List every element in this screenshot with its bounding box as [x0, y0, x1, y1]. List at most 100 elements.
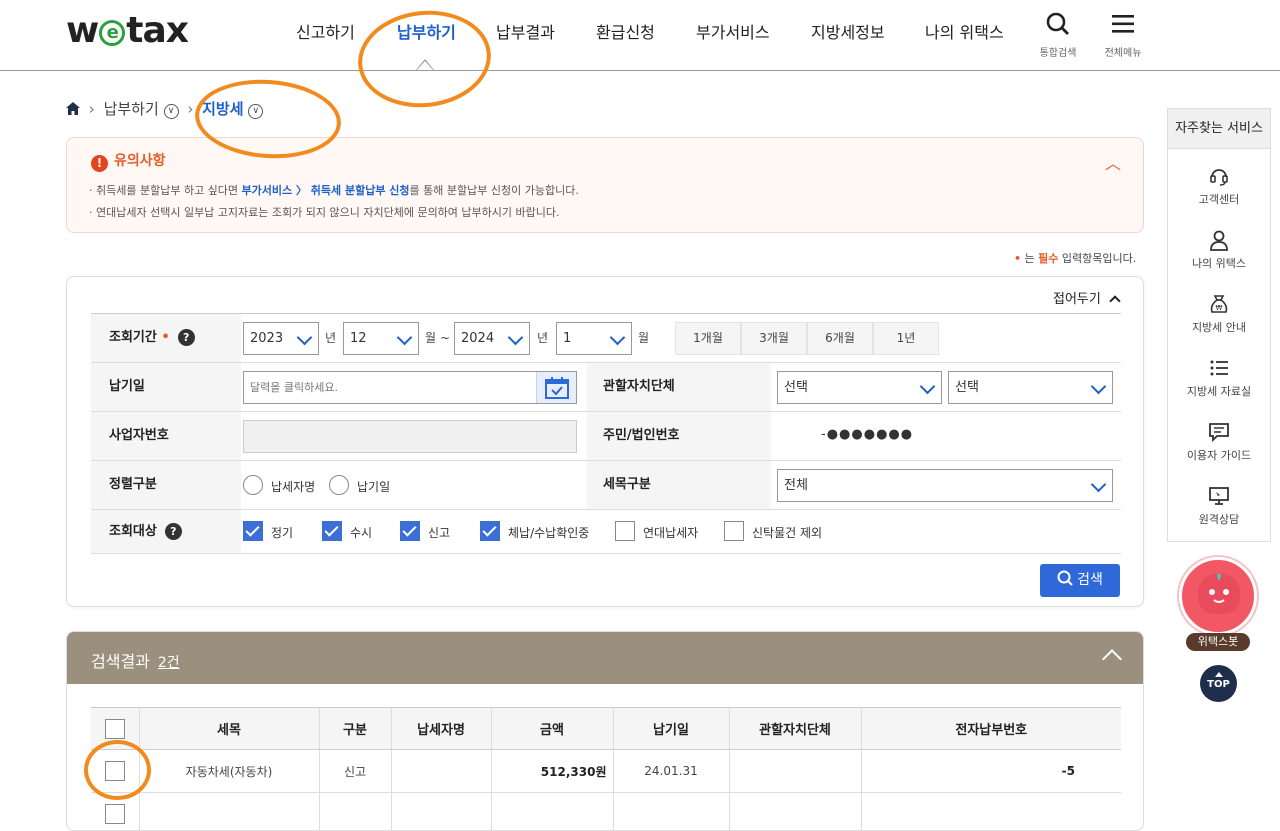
bizno-label: 사업자번호 — [91, 412, 241, 460]
cell-epay-number: -5 — [861, 750, 1121, 793]
cell-empty — [491, 793, 613, 831]
due-row: 납기일 달력을 클릭하세요. 관할자치단체 선택 선택 — [91, 363, 1121, 412]
row-select-cell — [91, 793, 139, 831]
nav-report[interactable]: 신고하기 — [296, 19, 355, 43]
monitor-icon — [1208, 485, 1230, 507]
nav-payment[interactable]: 납부하기 — [397, 19, 456, 43]
quick-remote-support[interactable]: 원격상담 — [1168, 485, 1270, 527]
unit-year: 년 — [325, 329, 336, 346]
target-label-text: 조회대상 — [109, 524, 157, 539]
target-checkbox-overdue[interactable] — [480, 521, 500, 541]
breadcrumb-level2[interactable]: 지방세 — [202, 100, 243, 118]
table-row[interactable]: 자동차세(자동차) 신고 512,330원 24.01.31 -5 — [91, 750, 1121, 793]
chevron-down-icon[interactable]: ∨ — [164, 104, 179, 119]
wetax-logo[interactable]: wetax — [66, 10, 188, 51]
jurisdiction-select-1[interactable]: 선택 — [777, 371, 942, 404]
breadcrumb-separator: › — [89, 100, 95, 118]
jurisdiction-select-2[interactable]: 선택 — [948, 371, 1113, 404]
bizno-input[interactable] — [243, 420, 577, 453]
target-checkbox-joint[interactable] — [615, 521, 635, 541]
cell-empty — [391, 793, 491, 831]
unit-month-range: 월 ~ — [425, 329, 450, 346]
cell-type: 신고 — [319, 750, 391, 793]
nav-my-wetax[interactable]: 나의 위택스 — [925, 19, 1004, 43]
row-checkbox[interactable] — [105, 761, 125, 781]
quick-my-wetax[interactable]: 나의 위택스 — [1168, 229, 1270, 271]
due-date-input[interactable]: 달력을 클릭하세요. — [243, 371, 577, 404]
quick-customer-center[interactable]: 고객센터 — [1168, 165, 1270, 207]
required-note-pre: 는 — [1021, 252, 1038, 265]
all-menu-button[interactable]: 전체메뉴 — [1093, 12, 1153, 59]
period-1month-button[interactable]: 1개월 — [675, 322, 741, 355]
home-icon[interactable] — [66, 102, 80, 115]
col-due: 납기일 — [613, 708, 729, 750]
period-3month-button[interactable]: 3개월 — [741, 322, 807, 355]
calendar-button[interactable] — [536, 372, 576, 403]
quick-menu-title: 자주찾는 서비스 — [1168, 109, 1270, 149]
help-icon[interactable]: ? — [178, 329, 195, 346]
taxitem-select[interactable]: 전체 — [777, 469, 1113, 502]
jurisdiction-label: 관할자치단체 — [587, 363, 771, 411]
period-6month-button[interactable]: 6개월 — [807, 322, 873, 355]
chevron-down-icon — [397, 330, 413, 346]
quick-my-wetax-label: 나의 위택스 — [1192, 257, 1246, 270]
search-button[interactable]: 통합검색 — [1028, 12, 1088, 59]
headset-icon — [1208, 165, 1230, 187]
quick-local-tax-guide[interactable]: ₩ 지방세 안내 — [1168, 293, 1270, 335]
col-amount: 금액 — [491, 708, 613, 750]
table-row[interactable] — [91, 793, 1121, 831]
row-checkbox[interactable] — [105, 804, 125, 824]
select-all-checkbox[interactable] — [105, 719, 125, 739]
breadcrumb-level1[interactable]: 납부하기 — [104, 100, 159, 118]
to-year-select[interactable]: 2024 — [454, 322, 530, 355]
chevron-down-icon[interactable]: ∨ — [248, 104, 263, 119]
nav-local-tax-info[interactable]: 지방세정보 — [811, 19, 885, 43]
scroll-top-button[interactable]: TOP — [1200, 665, 1237, 702]
collapse-button[interactable]: 접어두기 — [1053, 288, 1119, 307]
target-checkbox-occasional[interactable] — [322, 521, 342, 541]
target-checkbox-report[interactable] — [400, 521, 420, 541]
chevron-down-icon — [1091, 379, 1107, 395]
sort-radio-due[interactable] — [329, 475, 349, 495]
sort-radio-name[interactable] — [243, 475, 263, 495]
chatbot-button[interactable] — [1179, 557, 1257, 635]
from-month-select[interactable]: 12 — [343, 322, 419, 355]
required-note-post: 입력항목입니다. — [1058, 252, 1136, 265]
nav-refund[interactable]: 환급신청 — [596, 19, 655, 43]
chevron-up-icon[interactable] — [1102, 649, 1122, 669]
target-checkbox-trust-exclude[interactable] — [724, 521, 744, 541]
search-submit-button[interactable]: 검색 — [1040, 564, 1120, 597]
required-note: • 는 필수 입력항목입니다. — [1014, 250, 1136, 266]
nav-payment-result[interactable]: 납부결과 — [496, 19, 555, 43]
col-type: 구분 — [319, 708, 391, 750]
notice-title: !유의사항 — [91, 150, 166, 172]
notice-toggle-chevron-up-icon[interactable]: ︿ — [1105, 150, 1121, 174]
logo-e: e — [99, 20, 125, 46]
installment-link[interactable]: 부가서비스 〉 취득세 분할납부 신청 — [242, 184, 410, 197]
results-title: 검색결과2건 — [91, 648, 180, 672]
to-month-value: 1 — [563, 331, 571, 346]
period-1year-button[interactable]: 1년 — [873, 322, 939, 355]
cell-taxitem: 자동차세(자동차) — [139, 750, 319, 793]
active-nav-caret — [416, 59, 434, 70]
results-header[interactable]: 검색결과2건 — [67, 632, 1144, 684]
cell-amount: 512,330원 — [491, 750, 613, 793]
target-label: 조회대상? — [91, 510, 241, 553]
select-all-cell — [91, 708, 139, 750]
sort-label: 정렬구분 — [91, 461, 241, 509]
target-checkbox-regular[interactable] — [243, 521, 263, 541]
from-year-select[interactable]: 2023 — [243, 322, 319, 355]
to-month-select[interactable]: 1 — [556, 322, 632, 355]
nav-extra-services[interactable]: 부가서비스 — [696, 19, 770, 43]
quick-local-tax-library[interactable]: 지방세 자료실 — [1168, 357, 1270, 399]
chevron-down-icon — [610, 330, 626, 346]
chatbot-label[interactable]: 위택스봇 — [1186, 633, 1250, 651]
unit-month: 월 — [638, 329, 649, 346]
help-icon[interactable]: ? — [165, 523, 182, 540]
all-menu-label: 전체메뉴 — [1093, 44, 1153, 59]
sort-option-due-label: 납기일 — [357, 478, 390, 495]
results-table: 세목 구분 납세자명 금액 납기일 관할자치단체 전자납부번호 자동차세(자동차… — [91, 707, 1121, 831]
breadcrumb: › 납부하기 ∨ › 지방세 ∨ — [66, 98, 263, 118]
quick-user-guide[interactable]: 이용자 가이드 — [1168, 421, 1270, 463]
collapse-label: 접어두기 — [1053, 292, 1101, 307]
